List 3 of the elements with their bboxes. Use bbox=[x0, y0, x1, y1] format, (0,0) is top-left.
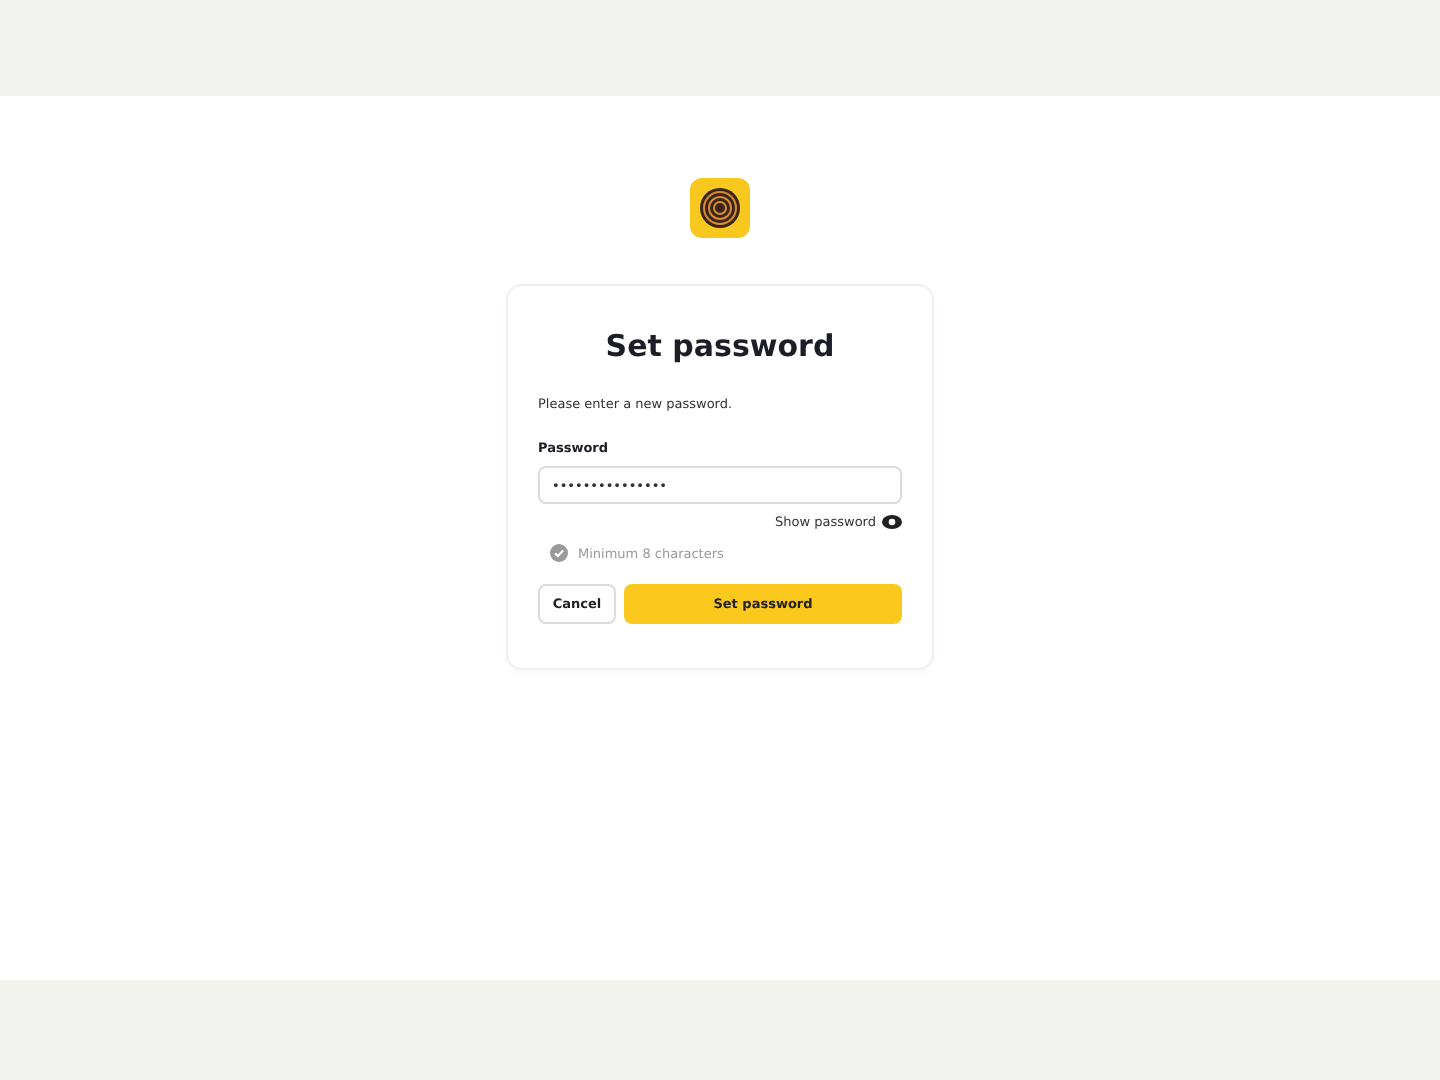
card-title: Set password bbox=[603, 326, 837, 366]
logo-icon bbox=[690, 178, 750, 238]
eye-icon bbox=[882, 512, 902, 532]
